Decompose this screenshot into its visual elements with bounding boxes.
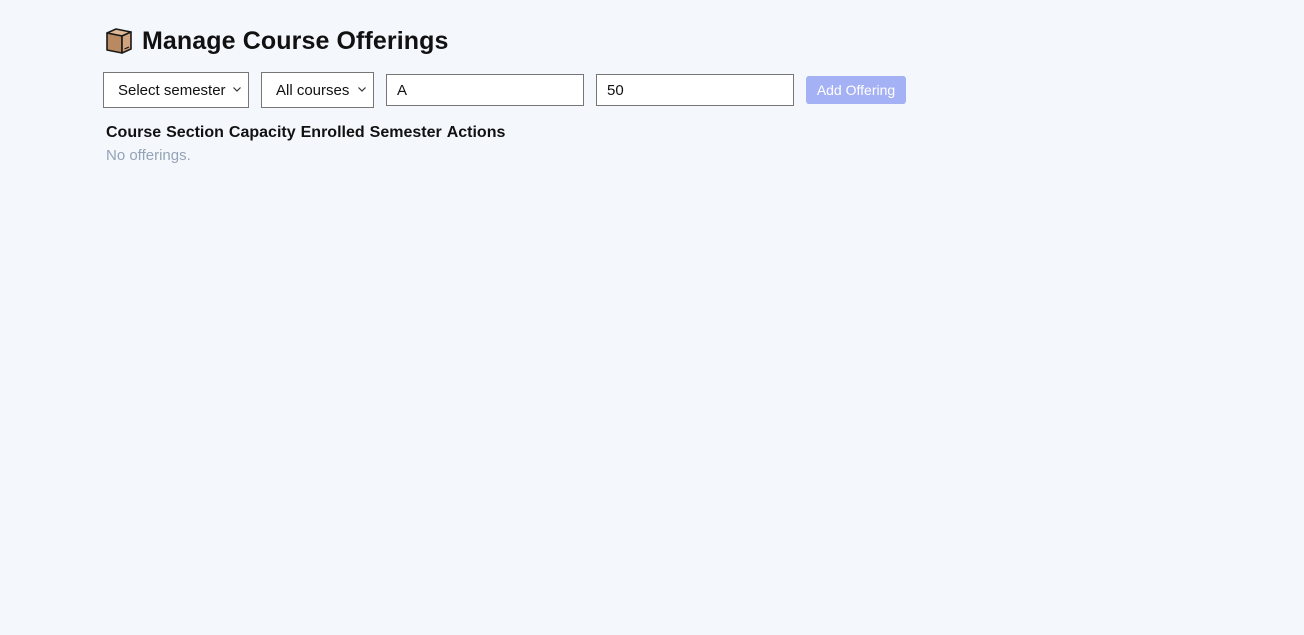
course-select-value: All courses — [276, 81, 350, 99]
empty-state-message: No offerings. — [106, 147, 191, 164]
column-header-enrolled: Enrolled — [300, 124, 365, 141]
page-title: Manage Course Offerings — [142, 26, 449, 55]
semester-select-value: Select semester — [118, 81, 226, 99]
package-box-icon — [104, 26, 134, 56]
section-input-value: A — [397, 81, 408, 99]
add-offering-button[interactable]: Add Offering — [806, 76, 906, 104]
column-header-actions: Actions — [446, 124, 506, 141]
chevron-down-icon — [233, 87, 241, 92]
semester-select[interactable]: Select semester — [103, 72, 249, 108]
column-header-capacity: Capacity — [228, 124, 296, 141]
section-input[interactable]: A — [386, 74, 584, 106]
capacity-input[interactable]: 50 — [596, 74, 794, 106]
course-select[interactable]: All courses — [261, 72, 374, 108]
page-header: Manage Course Offerings — [104, 22, 1004, 60]
column-header-section: Section — [166, 124, 224, 141]
offering-toolbar: Select semester All courses A 50 Add Off… — [103, 72, 906, 108]
column-header-course: Course — [106, 124, 162, 141]
capacity-input-value: 50 — [607, 81, 624, 99]
column-header-semester: Semester — [369, 124, 442, 141]
offerings-table-header: Course Section Capacity Enrolled Semeste… — [106, 124, 505, 142]
chevron-down-icon — [358, 87, 366, 92]
offerings-page: Manage Course Offerings Select semester … — [103, 22, 1004, 164]
